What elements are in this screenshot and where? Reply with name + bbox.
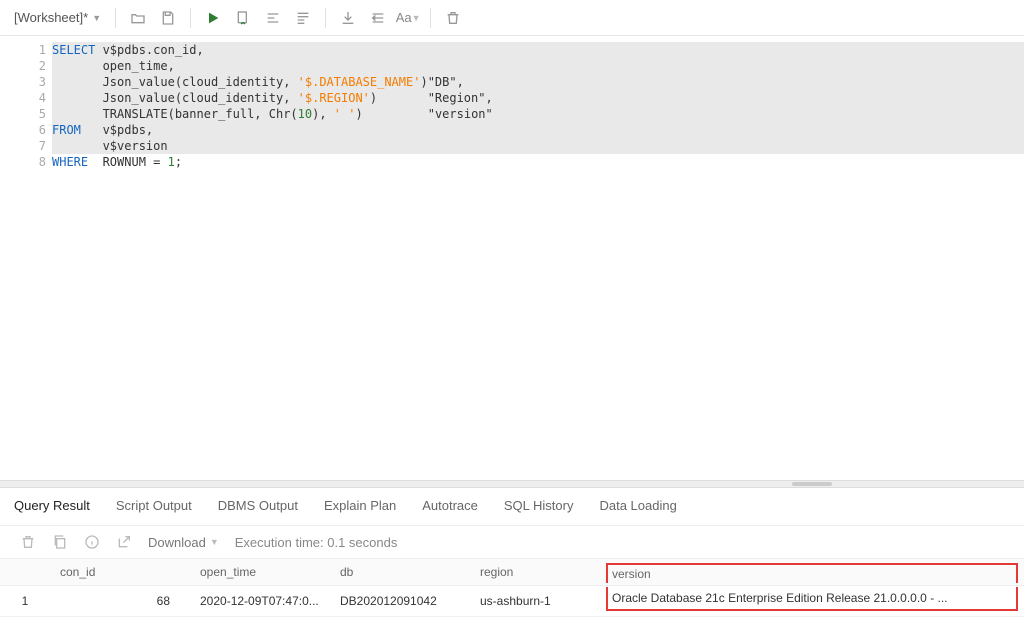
- info-icon[interactable]: [84, 534, 100, 550]
- editor-toolbar: [Worksheet]* ▼ Aa ▼: [0, 0, 1024, 36]
- indent-icon[interactable]: [265, 10, 281, 26]
- worksheet-tab[interactable]: [Worksheet]* ▼: [14, 10, 101, 25]
- tab-query-result[interactable]: Query Result: [14, 498, 90, 513]
- copy-icon[interactable]: [52, 534, 68, 550]
- trash-icon[interactable]: [445, 10, 461, 26]
- grip-icon: [792, 482, 832, 486]
- results-toolbar: Download ▼ Execution time: 0.1 seconds: [0, 526, 1024, 558]
- outdent-icon[interactable]: [370, 10, 386, 26]
- tab-autotrace[interactable]: Autotrace: [422, 498, 478, 513]
- sql-editor[interactable]: 12345678 SELECT v$pdbs.con_id, open_time…: [0, 36, 1024, 480]
- splitter-handle[interactable]: [0, 480, 1024, 488]
- separator: [190, 8, 191, 28]
- tab-explain-plan[interactable]: Explain Plan: [324, 498, 396, 513]
- trash-icon[interactable]: [20, 534, 36, 550]
- column-header[interactable]: version: [600, 559, 1024, 586]
- run-script-icon[interactable]: [235, 10, 251, 26]
- download-button[interactable]: Download ▼: [148, 535, 219, 550]
- tab-dbms-output[interactable]: DBMS Output: [218, 498, 298, 513]
- save-icon[interactable]: [160, 10, 176, 26]
- results-panel: Query Result Script Output DBMS Output Expl…: [0, 488, 1024, 642]
- tab-sql-history[interactable]: SQL History: [504, 498, 574, 513]
- separator: [115, 8, 116, 28]
- results-tabs: Query Result Script Output DBMS Output Expl…: [0, 488, 1024, 526]
- column-header[interactable]: open_time: [190, 559, 330, 586]
- folder-open-icon[interactable]: [130, 10, 146, 26]
- chevron-down-icon: ▼: [92, 13, 101, 23]
- worksheet-tab-label: [Worksheet]*: [14, 10, 88, 25]
- execution-time-label: Execution time: 0.1 seconds: [235, 535, 398, 550]
- tab-data-loading[interactable]: Data Loading: [599, 498, 676, 513]
- run-icon[interactable]: [205, 10, 221, 26]
- column-header[interactable]: con_id: [50, 559, 190, 586]
- font-size-control[interactable]: Aa ▼: [400, 10, 416, 26]
- tab-script-output[interactable]: Script Output: [116, 498, 192, 513]
- results-table: con_idopen_timedbregionversion 1682020-1…: [0, 558, 1024, 617]
- column-header[interactable]: region: [470, 559, 600, 586]
- line-gutter: 12345678: [0, 42, 52, 170]
- table-row[interactable]: 1682020-12-09T07:47:0...DB202012091042us…: [0, 586, 1024, 617]
- separator: [325, 8, 326, 28]
- format-icon[interactable]: [295, 10, 311, 26]
- open-external-icon[interactable]: [116, 534, 132, 550]
- download-icon[interactable]: [340, 10, 356, 26]
- column-header[interactable]: [0, 559, 50, 586]
- separator: [430, 8, 431, 28]
- column-header[interactable]: db: [330, 559, 470, 586]
- code-content[interactable]: SELECT v$pdbs.con_id, open_time, Json_va…: [52, 42, 1024, 170]
